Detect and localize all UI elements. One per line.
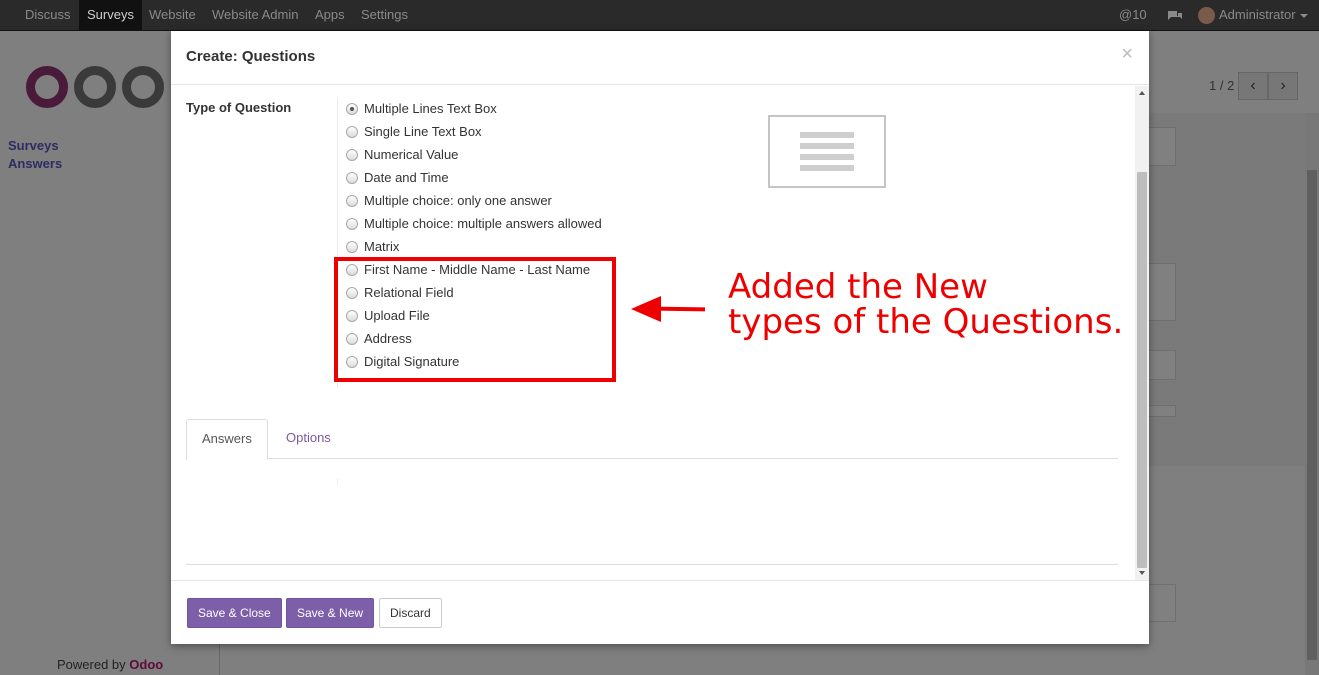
radio-option-single-line[interactable]: Single Line Text Box bbox=[346, 122, 482, 142]
dialog-header: Create: Questions × bbox=[171, 31, 1149, 85]
save-close-button[interactable]: Save & Close bbox=[187, 598, 282, 628]
radio-label: Date and Time bbox=[364, 170, 449, 185]
nav-apps[interactable]: Apps bbox=[307, 0, 353, 30]
user-menu[interactable]: Administrator bbox=[1198, 0, 1308, 30]
radio-option-date-time[interactable]: Date and Time bbox=[346, 168, 449, 188]
body-divider bbox=[186, 564, 1118, 565]
radio-option-multiple-lines[interactable]: Multiple Lines Text Box bbox=[346, 99, 497, 119]
nav-settings[interactable]: Settings bbox=[353, 0, 416, 30]
pager-prev-button[interactable]: ‹ bbox=[1238, 72, 1268, 100]
odoo-logo bbox=[26, 66, 176, 112]
question-tabs: Answers Options bbox=[186, 419, 1118, 460]
radio-label: Multiple Lines Text Box bbox=[364, 101, 497, 116]
radio-option-multiple-choice[interactable]: Multiple choice: multiple answers allowe… bbox=[346, 214, 602, 234]
radio-label: Numerical Value bbox=[364, 147, 459, 162]
dialog-scrollbar[interactable] bbox=[1135, 86, 1149, 580]
annotation-line-2: types of the Questions. bbox=[728, 302, 1124, 342]
tab-pane-divider bbox=[337, 479, 338, 485]
chevron-down-icon bbox=[1299, 13, 1308, 18]
top-navbar: Discuss Surveys Website Website Admin Ap… bbox=[0, 0, 1319, 31]
nav-website-admin[interactable]: Website Admin bbox=[204, 0, 306, 30]
notifications-indicator[interactable]: @10 bbox=[1119, 0, 1147, 30]
nav-surveys[interactable]: Surveys bbox=[79, 0, 142, 30]
radio-icon[interactable] bbox=[346, 194, 358, 207]
pager-next-button[interactable]: › bbox=[1268, 72, 1298, 100]
type-of-question-label: Type of Question bbox=[186, 100, 292, 115]
at-icon: @ bbox=[1119, 7, 1133, 22]
create-question-dialog: Create: Questions × Type of Question Mul… bbox=[171, 31, 1149, 644]
tab-options[interactable]: Options bbox=[271, 419, 346, 459]
dialog-body: Type of Question Multiple Lines Text Box… bbox=[171, 86, 1149, 580]
radio-label: Multiple choice: multiple answers allowe… bbox=[364, 216, 602, 231]
annotation-line-1: Added the New bbox=[728, 267, 988, 307]
dialog-footer: Save & Close Save & New Discard bbox=[171, 580, 1149, 644]
powered-by-brand[interactable]: Odoo bbox=[129, 657, 163, 672]
chevron-right-icon: › bbox=[1280, 77, 1286, 94]
radio-icon[interactable] bbox=[346, 240, 358, 253]
pager-value: 1 / 2 bbox=[1209, 78, 1235, 93]
avatar bbox=[1198, 7, 1215, 25]
user-name: Administrator bbox=[1219, 7, 1296, 22]
radio-checked-icon[interactable] bbox=[346, 102, 358, 115]
discard-button[interactable]: Discard bbox=[379, 598, 442, 628]
powered-by-prefix: Powered by bbox=[57, 657, 126, 672]
radio-icon[interactable] bbox=[346, 171, 358, 184]
chevron-left-icon: ‹ bbox=[1250, 77, 1256, 94]
nav-website[interactable]: Website bbox=[141, 0, 204, 30]
tab-answers[interactable]: Answers bbox=[186, 419, 268, 460]
annotation-text: Added the New types of the Questions. bbox=[728, 270, 1123, 340]
sidebar-link-surveys[interactable]: Surveys bbox=[8, 138, 59, 153]
radio-label: Single Line Text Box bbox=[364, 124, 482, 139]
radio-icon[interactable] bbox=[346, 148, 358, 161]
close-icon[interactable]: × bbox=[1121, 43, 1133, 66]
annotation-highlight-box bbox=[334, 257, 616, 382]
radio-option-single-choice[interactable]: Multiple choice: only one answer bbox=[346, 191, 552, 211]
powered-by: Powered by Odoo bbox=[57, 657, 163, 672]
save-new-button[interactable]: Save & New bbox=[286, 598, 375, 628]
sidebar-link-answers[interactable]: Answers bbox=[8, 156, 62, 171]
question-type-preview-image bbox=[768, 115, 886, 188]
dialog-title: Create: Questions bbox=[186, 48, 316, 65]
annotation-arrow-line bbox=[654, 306, 706, 312]
background-scrollbar-thumb[interactable] bbox=[1307, 170, 1317, 660]
chat-icon[interactable] bbox=[1167, 0, 1183, 30]
scrollbar-thumb[interactable] bbox=[1137, 172, 1147, 568]
radio-option-numerical[interactable]: Numerical Value bbox=[346, 145, 458, 165]
notifications-count: 10 bbox=[1132, 7, 1147, 22]
nav-discuss[interactable]: Discuss bbox=[17, 0, 79, 30]
scroll-up-icon[interactable] bbox=[1139, 91, 1145, 95]
radio-icon[interactable] bbox=[346, 125, 358, 138]
radio-option-matrix[interactable]: Matrix bbox=[346, 237, 399, 257]
scroll-down-icon[interactable] bbox=[1139, 571, 1145, 575]
radio-label: Multiple choice: only one answer bbox=[364, 193, 552, 208]
radio-icon[interactable] bbox=[346, 217, 358, 230]
radio-label: Matrix bbox=[364, 239, 400, 254]
